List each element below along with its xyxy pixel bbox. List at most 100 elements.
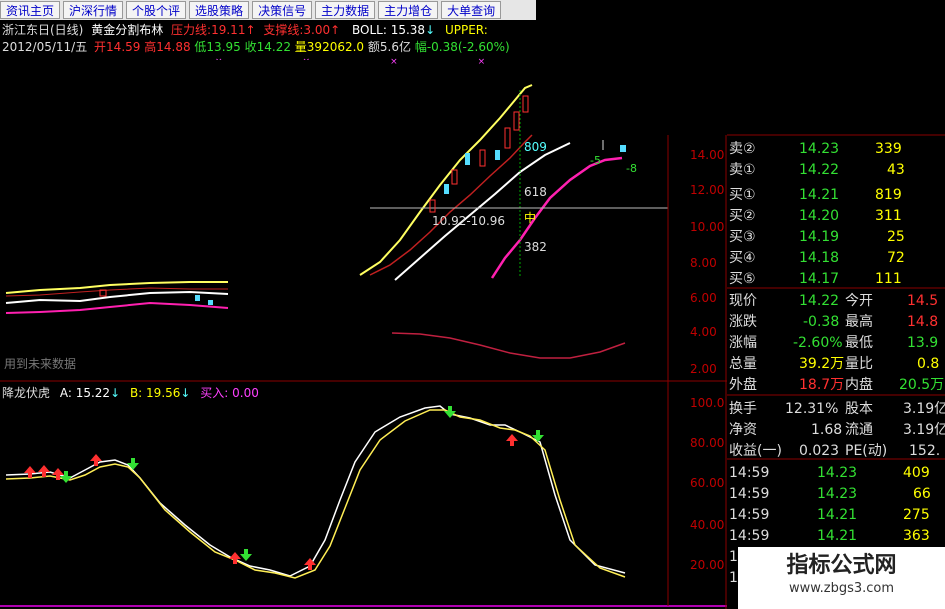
mid-label: 中 bbox=[524, 211, 537, 225]
stat-row: 涨幅 -2.60% 最低 13.9 bbox=[727, 333, 945, 354]
stat-label: 现价 bbox=[729, 293, 757, 309]
gold-upper-band bbox=[359, 84, 533, 276]
quote-panel: 卖② 14.23 339 卖① 14.22 43 买① 14.21 819 买②… bbox=[727, 135, 945, 609]
order-vol: 111 bbox=[875, 271, 902, 287]
indicator-white-line bbox=[5, 405, 626, 577]
stat-value: 14.5 bbox=[907, 293, 939, 309]
stat-label: 换手 bbox=[729, 401, 757, 417]
mini-candle bbox=[195, 295, 200, 301]
stat-value: 13.9 bbox=[907, 335, 939, 351]
order-vol: 43 bbox=[887, 162, 905, 178]
stat-row: 涨跌 -0.38 最高 14.8 bbox=[727, 312, 945, 333]
tick-price: 14.21 bbox=[817, 507, 858, 523]
order-label: 买⑤ bbox=[729, 271, 756, 287]
tick-row: 14:59 14.23 66 bbox=[727, 484, 945, 505]
stat-value: 20.5万 bbox=[899, 377, 945, 393]
lower-indicator-header: 降龙伏虎 A: 15.22↓ B: 19.56↓ 买入: 0.00 bbox=[2, 386, 259, 400]
order-row[interactable]: 卖② 14.23 339 bbox=[727, 139, 945, 160]
price-axis-label: 10.00 bbox=[690, 220, 725, 234]
indicator-yellow-line bbox=[5, 409, 626, 579]
tick-row: 14:59 14.23 409 bbox=[727, 463, 945, 484]
tick-vol: 66 bbox=[913, 486, 931, 502]
minus5-label: -5 bbox=[590, 154, 601, 167]
future-data-note: 用到未来数据 bbox=[4, 357, 77, 371]
stat-value: 3.19亿 bbox=[903, 422, 945, 438]
stat-value: 1.68 bbox=[811, 422, 843, 438]
lower-axis-label: 60.00 bbox=[690, 476, 725, 490]
mini-magenta bbox=[5, 301, 229, 314]
stat-label: 量比 bbox=[845, 356, 873, 372]
order-vol: 72 bbox=[887, 250, 905, 266]
stat-value: 14.8 bbox=[907, 314, 939, 330]
order-label: 买① bbox=[729, 187, 756, 203]
tick-time: 14:59 bbox=[729, 486, 770, 502]
stat-value: -0.38 bbox=[803, 314, 840, 330]
gold-382-label: 382 bbox=[524, 240, 547, 254]
price-axis-label: 2.00 bbox=[690, 362, 717, 376]
order-vol: 339 bbox=[875, 141, 902, 157]
watermark-title: 指标公式网 bbox=[786, 553, 897, 578]
stat-value: 18.7万 bbox=[799, 377, 845, 393]
stat-label: 内盘 bbox=[845, 377, 873, 393]
stat-value: 0.023 bbox=[799, 443, 840, 459]
order-price: 14.21 bbox=[799, 187, 840, 203]
order-price: 14.18 bbox=[799, 250, 840, 266]
price-axis-label: 12.00 bbox=[690, 183, 725, 197]
order-label: 卖① bbox=[729, 162, 756, 178]
order-row[interactable]: 卖① 14.22 43 bbox=[727, 160, 945, 181]
down-arrow-icon: ↓ bbox=[110, 386, 121, 400]
stat-value: 0.8 bbox=[917, 356, 940, 372]
stat-value: 3.19亿 bbox=[903, 401, 945, 417]
order-row[interactable]: 买⑤ 14.17 111 bbox=[727, 269, 945, 290]
stat-label: 收益(一) bbox=[729, 443, 782, 459]
price-axis-label: 6.00 bbox=[690, 291, 717, 305]
tick-row: 14:59 14.21 275 bbox=[727, 505, 945, 526]
range-label: 10.92-10.96 bbox=[432, 214, 506, 228]
minus8-label: -8 bbox=[626, 162, 637, 175]
stat-value: 39.2万 bbox=[799, 356, 845, 372]
stat-row: 收益(一) 0.023 PE(动) 152. bbox=[727, 441, 945, 462]
lower-axis-label: 80.00 bbox=[690, 436, 725, 450]
stat-label: 涨幅 bbox=[729, 335, 757, 351]
stat-label: 最低 bbox=[845, 335, 873, 351]
order-row[interactable]: 买③ 14.19 25 bbox=[727, 227, 945, 248]
order-row[interactable]: 买④ 14.18 72 bbox=[727, 248, 945, 269]
stat-row: 换手 12.31% 股本 3.19亿 bbox=[727, 399, 945, 420]
mini-white bbox=[5, 290, 229, 304]
order-price: 14.19 bbox=[799, 229, 840, 245]
tick-price: 14.23 bbox=[817, 465, 858, 481]
stat-label: 今开 bbox=[845, 293, 873, 309]
lower-axis-label: 100.0 bbox=[690, 396, 725, 410]
tick-time: 14:59 bbox=[729, 528, 770, 544]
stat-row: 现价 14.22 今开 14.5 bbox=[727, 291, 945, 312]
order-row[interactable]: 买① 14.21 819 bbox=[727, 185, 945, 206]
stat-value: 14.22 bbox=[799, 293, 840, 309]
tick-vol: 363 bbox=[903, 528, 930, 544]
stat-label: PE(动) bbox=[845, 443, 888, 459]
order-price: 14.22 bbox=[799, 162, 840, 178]
down-arrow-icon: ↓ bbox=[180, 386, 191, 400]
tick-vol: 275 bbox=[903, 507, 930, 523]
price-axis-label: 14.00 bbox=[690, 148, 725, 162]
price-axis-label: 4.00 bbox=[690, 325, 717, 339]
stat-value: 12.31% bbox=[785, 401, 839, 417]
indicator-name: 降龙伏虎 bbox=[2, 386, 51, 400]
order-vol: 25 bbox=[887, 229, 905, 245]
tick-price: 14.23 bbox=[817, 486, 858, 502]
order-row[interactable]: 买② 14.20 311 bbox=[727, 206, 945, 227]
stat-label: 涨跌 bbox=[729, 314, 757, 330]
stat-label: 股本 bbox=[845, 401, 873, 417]
stat-row: 外盘 18.7万 内盘 20.5万 bbox=[727, 375, 945, 396]
stat-value: 152. bbox=[909, 443, 941, 459]
order-label: 卖② bbox=[729, 141, 756, 157]
order-price: 14.17 bbox=[799, 271, 840, 287]
order-price: 14.20 bbox=[799, 208, 840, 224]
magenta-band bbox=[490, 156, 623, 279]
tick-price: 14.21 bbox=[817, 528, 858, 544]
order-label: 买③ bbox=[729, 229, 756, 245]
buy-value: 买入: 0.00 bbox=[200, 386, 259, 400]
stat-label: 外盘 bbox=[729, 377, 757, 393]
volume-curve bbox=[391, 332, 626, 359]
stat-row: 总量 39.2万 量比 0.8 bbox=[727, 354, 945, 375]
buy-arrows bbox=[24, 434, 518, 570]
